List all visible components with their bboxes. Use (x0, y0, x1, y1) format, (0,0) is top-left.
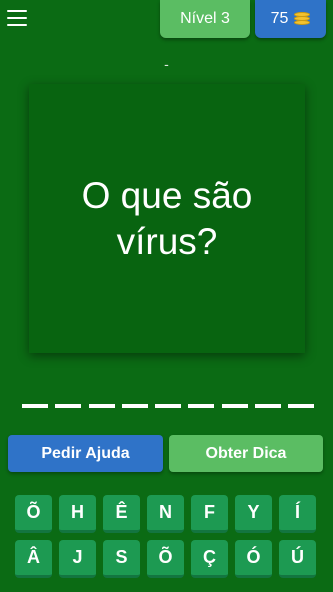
letter-key[interactable]: J (59, 540, 96, 578)
letter-key[interactable]: Í (279, 495, 316, 533)
letter-key[interactable]: H (59, 495, 96, 533)
ask-help-label: Pedir Ajuda (41, 444, 130, 462)
ask-help-button[interactable]: Pedir Ajuda (8, 435, 163, 472)
letter-key[interactable]: F (191, 495, 228, 533)
get-tip-label: Obter Dica (205, 444, 287, 462)
letter-key[interactable]: Y (235, 495, 272, 533)
menu-icon-bar (7, 17, 27, 19)
answer-slot (254, 404, 281, 408)
coin-count: 75 (270, 10, 289, 27)
letter-key[interactable]: Õ (147, 540, 184, 578)
answer-slots (22, 404, 314, 410)
answer-slot (55, 404, 82, 408)
answer-slot (121, 404, 148, 408)
menu-icon-bar (7, 24, 27, 26)
answer-slot (188, 404, 215, 408)
letter-key[interactable]: N (147, 495, 184, 533)
letter-key[interactable]: S (103, 540, 140, 578)
letter-key[interactable]: Ú (279, 540, 316, 578)
menu-icon-bar (7, 10, 27, 12)
get-tip-button[interactable]: Obter Dica (169, 435, 323, 472)
keyboard-row-2: Â J S Õ Ç Ó Ú (15, 540, 316, 578)
level-badge[interactable]: Nível 3 (160, 0, 250, 38)
question-card: O que são vírus? (29, 84, 305, 353)
letter-key[interactable]: Ê (103, 495, 140, 533)
letter-key[interactable]: Â (15, 540, 52, 578)
letter-key[interactable]: Ó (235, 540, 272, 578)
coin-stack-icon (294, 12, 311, 26)
answer-slot (155, 404, 181, 408)
coins-badge[interactable]: 75 (255, 0, 326, 38)
menu-button[interactable] (6, 8, 28, 28)
answer-slot (22, 404, 48, 408)
letter-key[interactable]: Ç (191, 540, 228, 578)
letter-key[interactable]: Õ (15, 495, 52, 533)
answer-slot (288, 404, 314, 408)
keyboard-row-1: Õ H Ê N F Y Í (15, 495, 316, 533)
answer-slot (221, 404, 248, 408)
question-text: O que são vírus? (81, 175, 253, 262)
revealed-hint: - (164, 56, 169, 72)
level-label: Nível 3 (180, 10, 230, 27)
answer-slot (88, 404, 115, 408)
